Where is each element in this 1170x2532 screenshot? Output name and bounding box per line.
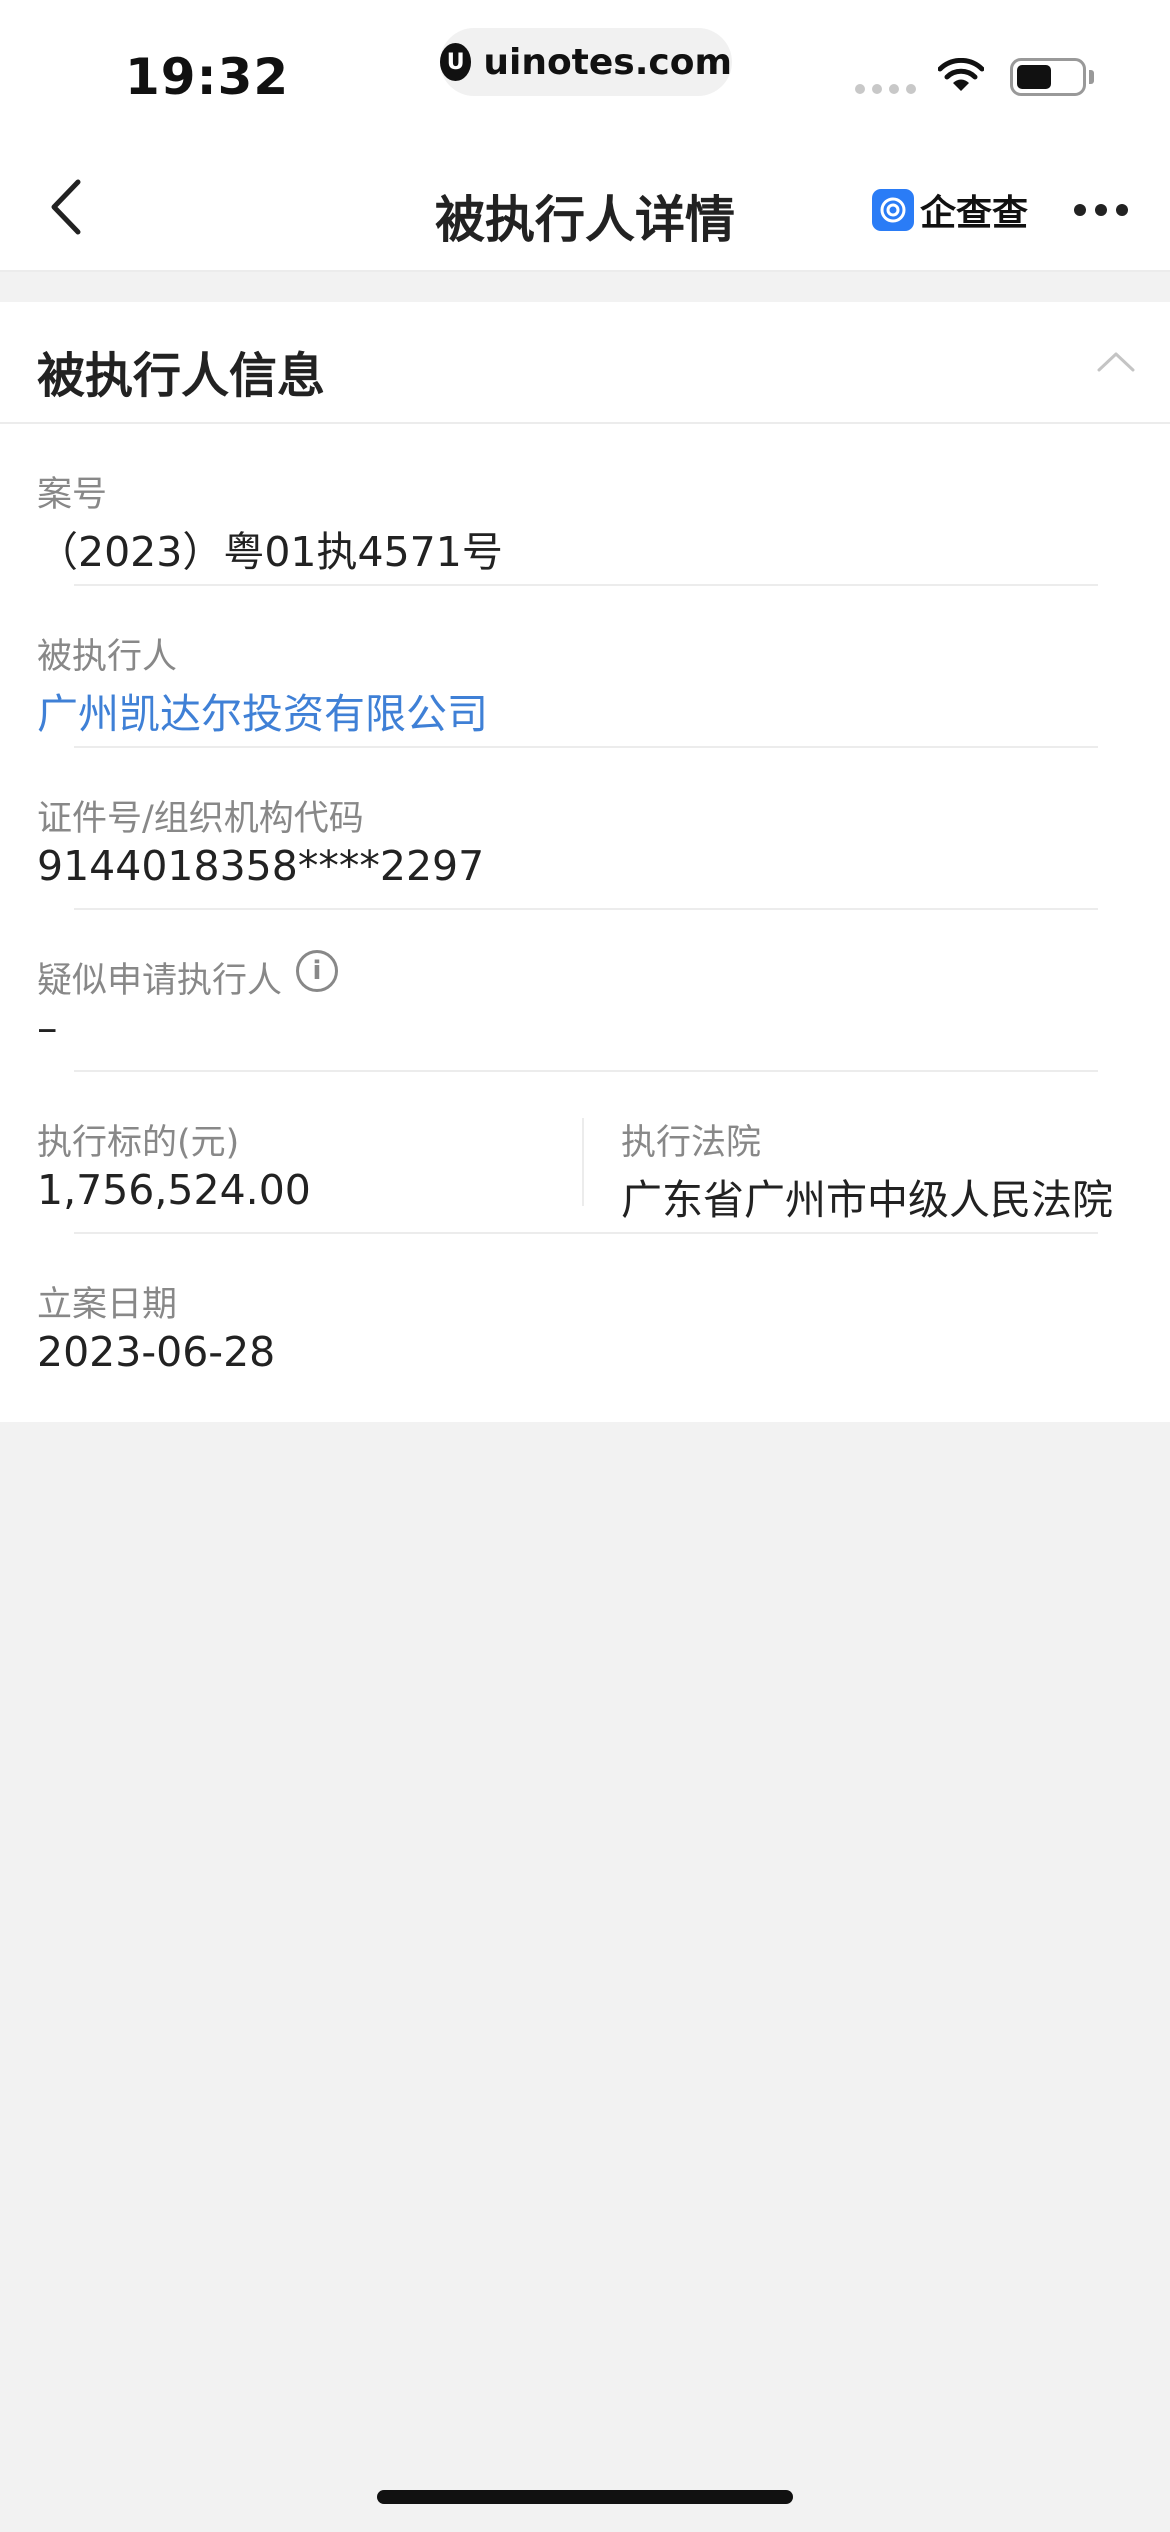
brand-logo[interactable]: 企查查 (872, 184, 1028, 236)
more-dot-icon (1095, 204, 1107, 216)
url-text: uinotes.com (483, 41, 732, 83)
home-indicator[interactable] (377, 2490, 793, 2504)
applicant-value: – (37, 1004, 58, 1052)
filing-date-label: 立案日期 (37, 1285, 178, 1325)
field-case-number: 案号 （2023）粤01执4571号 (0, 424, 1170, 586)
field-id-number: 证件号/组织机构代码 9144018358****2297 (0, 748, 1170, 910)
navigation-bar: 被执行人详情 企查查 (0, 130, 1170, 272)
executee-label: 被执行人 (37, 637, 178, 677)
cellular-signal-icon (855, 84, 916, 94)
battery-icon (1010, 58, 1086, 96)
executee-link[interactable]: 广州凯达尔投资有限公司 (37, 680, 488, 740)
amount-label: 执行标的(元) (37, 1123, 240, 1163)
status-bar: 19:32 U uinotes.com (0, 0, 1170, 130)
field-amount-court: 执行标的(元) 1,756,524.00 执行法院 广东省广州市中级人民法院 (0, 1072, 1170, 1234)
screen: 19:32 U uinotes.com 被执行人详情 企查查 被执行人信息 案号… (0, 0, 1170, 2532)
applicant-label: 疑似申请执行人 (37, 961, 283, 1001)
id-number-value: 9144018358****2297 (37, 842, 485, 890)
qichacha-logo-icon (872, 189, 914, 231)
battery-nub (1089, 70, 1094, 84)
court-value: 广东省广州市中级人民法院 (621, 1176, 1113, 1224)
brand-name: 企查查 (920, 193, 1029, 234)
more-dot-icon (1116, 204, 1128, 216)
case-number-value: （2023）粤01执4571号 (37, 528, 503, 576)
case-number-label: 案号 (37, 475, 108, 515)
field-applicant: 疑似申请执行人 i – (0, 910, 1170, 1072)
chevron-up-icon[interactable] (1093, 346, 1139, 376)
site-logo-icon: U (440, 43, 472, 81)
amount-value: 1,756,524.00 (37, 1166, 311, 1214)
column-separator (582, 1118, 584, 1206)
wifi-icon (938, 58, 984, 91)
filing-date-value: 2023-06-28 (37, 1328, 276, 1376)
id-number-label: 证件号/组织机构代码 (37, 799, 364, 839)
court-label: 执行法院 (621, 1123, 762, 1163)
info-icon[interactable]: i (296, 950, 338, 992)
section-header[interactable]: 被执行人信息 (0, 302, 1170, 424)
section-title: 被执行人信息 (37, 348, 326, 404)
field-executee: 被执行人 广州凯达尔投资有限公司 (0, 586, 1170, 748)
more-dot-icon (1074, 204, 1086, 216)
status-time: 19:32 (125, 48, 290, 106)
more-options-button[interactable] (1074, 204, 1128, 216)
field-filing-date: 立案日期 2023-06-28 (0, 1234, 1170, 1396)
executee-info-card: 被执行人信息 案号 （2023）粤01执4571号 被执行人 广州凯达尔投资有限… (0, 302, 1170, 1422)
url-pill[interactable]: U uinotes.com (440, 28, 732, 96)
